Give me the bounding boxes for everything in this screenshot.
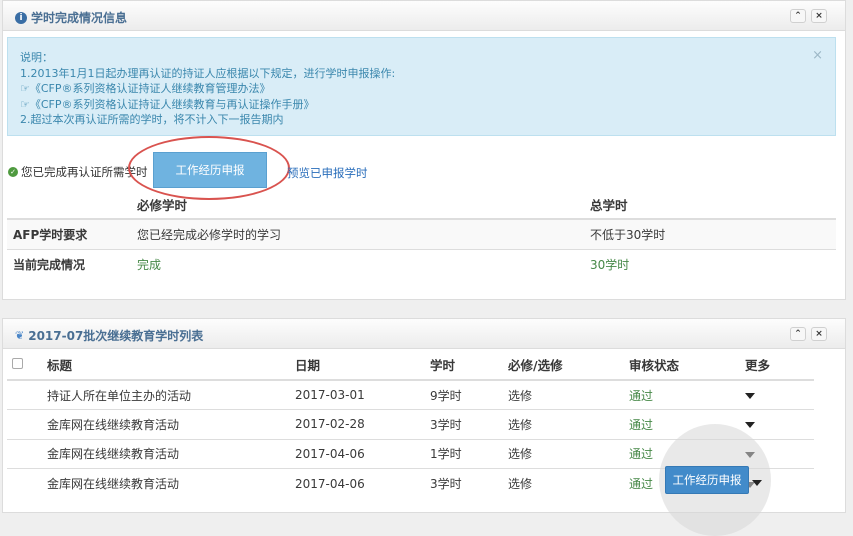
row-type: 选修	[508, 438, 629, 469]
panel-title-text: 学时完成情况信息	[31, 11, 128, 25]
select-all-checkbox[interactable]	[12, 358, 23, 369]
row-label: AFP学时要求	[7, 218, 137, 249]
table-cell: 30学时	[590, 248, 836, 279]
row-date: 2017-03-01	[295, 379, 430, 410]
row-title: 金库网在线继续教育活动	[47, 438, 295, 469]
alert-line: 1.2013年1月1日起办理再认证的持证人应根据以下规定，进行学时申报操作:	[20, 66, 396, 80]
row-date: 2017-04-06	[295, 468, 430, 498]
panel-header: i 学时完成情况信息 ⌃ ×	[3, 1, 845, 31]
close-panel-button[interactable]: ×	[811, 9, 827, 23]
alert-link[interactable]: ☞《CFP®系列资格认证持证人继续教育与再认证操作手册》	[20, 97, 823, 113]
caret-down-icon[interactable]	[752, 480, 762, 486]
row-date: 2017-02-28	[295, 409, 430, 439]
column-header: 学时	[430, 350, 508, 381]
row-type: 选修	[508, 379, 629, 410]
view-declared-hours-link[interactable]: 预览已申报学时	[287, 165, 368, 181]
panel-title-text: 2017-07批次继续教育学时列表	[28, 329, 204, 343]
collapse-button[interactable]: ⌃	[790, 327, 806, 341]
work-experience-button[interactable]: 工作经历申报	[153, 152, 267, 188]
alert-line: 说明：	[20, 51, 53, 64]
check-icon: ✓	[8, 167, 18, 177]
table-cell: 您已经完成必修学时的学习	[137, 218, 590, 249]
column-header: 日期	[295, 350, 430, 381]
row-title: 持证人所在单位主办的活动	[47, 379, 295, 410]
row-title: 金库网在线继续教育活动	[47, 409, 295, 439]
requirements-table: 必修学时 总学时 AFP学时要求 您已经完成必修学时的学习 不低于30学时 当前…	[7, 190, 836, 279]
row-type: 选修	[508, 409, 629, 439]
caret-down-icon[interactable]	[745, 393, 755, 399]
table-cell: 不低于30学时	[590, 218, 836, 249]
caret-down-icon[interactable]	[745, 422, 755, 429]
panel-header: ❦ 2017-07批次继续教育学时列表 ⌃ ×	[3, 319, 845, 349]
select-all-cell	[7, 350, 47, 381]
table-row: AFP学时要求 您已经完成必修学时的学习 不低于30学时	[7, 218, 836, 249]
row-status: 通过	[629, 379, 745, 410]
row-date: 2017-04-06	[295, 438, 430, 469]
row-hours: 9学时	[430, 379, 508, 410]
table-row: 当前完成情况 完成 30学时	[7, 248, 836, 279]
column-header: 必修/选修	[508, 350, 629, 381]
column-header: 总学时	[590, 190, 836, 220]
table-row: 持证人所在单位主办的活动 2017-03-01 9学时 选修 通过	[7, 379, 814, 410]
row-title: 金库网在线继续教育活动	[47, 468, 295, 498]
alert-link[interactable]: ☞《CFP®系列资格认证持证人继续教育管理办法》	[20, 81, 823, 97]
panel-title: ❦ 2017-07批次继续教育学时列表	[15, 327, 203, 344]
close-icon[interactable]: ×	[812, 48, 823, 64]
column-header: 更多	[745, 350, 814, 381]
info-alert: 说明： 1.2013年1月1日起办理再认证的持证人应根据以下规定，进行学时申报操…	[7, 37, 836, 136]
column-header: 标题	[47, 350, 295, 381]
close-panel-button[interactable]: ×	[811, 327, 827, 341]
column-header: 必修学时	[137, 190, 590, 220]
work-experience-floating-button[interactable]: 工作经历申报	[665, 466, 749, 494]
leaf-icon: ❦	[15, 329, 25, 342]
panel-title: i 学时完成情况信息	[15, 9, 127, 26]
collapse-button[interactable]: ⌃	[790, 9, 806, 23]
alert-line: 2.超过本次再认证所需的学时，将不计入下一报告期内	[20, 113, 284, 126]
row-type: 选修	[508, 468, 629, 498]
completion-status: ✓ 您已完成再认证所需学时	[8, 164, 148, 180]
row-hours: 3学时	[430, 409, 508, 439]
info-icon: i	[15, 11, 27, 24]
row-hours: 1学时	[430, 438, 508, 469]
row-label: 当前完成情况	[7, 248, 137, 279]
row-hours: 3学时	[430, 468, 508, 498]
column-header	[7, 190, 137, 220]
table-cell: 完成	[137, 248, 590, 279]
column-header: 审核状态	[629, 350, 745, 381]
